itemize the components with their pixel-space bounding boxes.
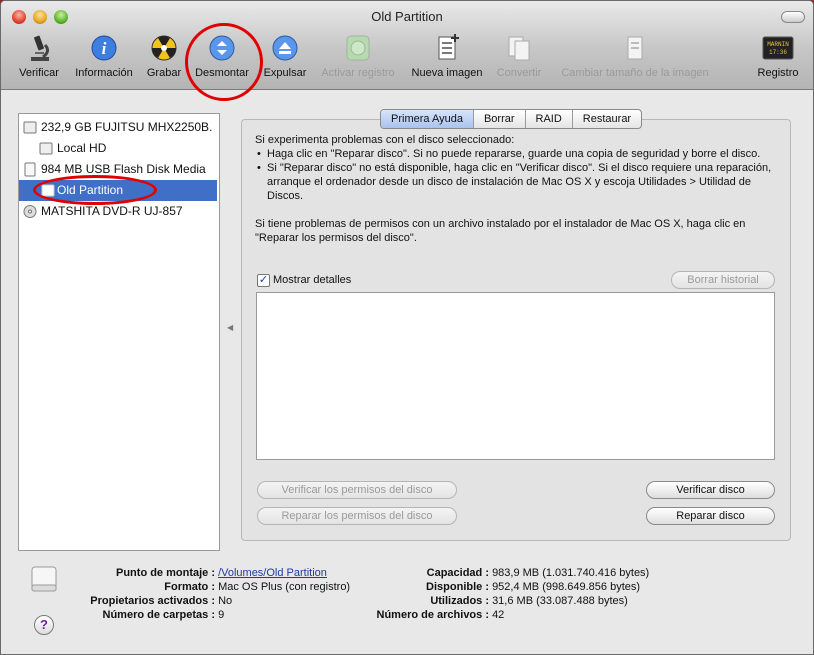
used-label: Utilizados :: [430, 595, 489, 607]
instructions-bullet: Haga clic en "Reparar disco". Si no pued…: [257, 147, 780, 161]
log-toolbar-button[interactable]: MARNIN 17:36 Registro: [753, 33, 803, 85]
convert-toolbar-button[interactable]: Convertir: [493, 33, 545, 85]
mount-point-link[interactable]: /Volumes/Old Partition: [218, 567, 327, 579]
mount-point-label: Punto de montaje :: [116, 567, 215, 579]
details-log[interactable]: [256, 292, 775, 460]
log-icon-text-line2: 17:36: [769, 49, 787, 56]
format-value: Mac OS Plus (con registro): [218, 581, 351, 593]
log-icon-text-line1: MARNIN: [767, 41, 789, 48]
folders-value: 9: [218, 609, 225, 621]
hard-disk-icon: [23, 120, 37, 135]
optical-drive-icon: [23, 204, 37, 219]
show-details-label: Mostrar detalles: [273, 274, 352, 286]
toolbar-label: Registro: [757, 67, 799, 79]
capacity-label: Capacidad :: [426, 567, 489, 579]
owners-value: No: [218, 595, 233, 607]
instructions-list: Haga clic en "Reparar disco". Si no pued…: [255, 147, 780, 203]
toolbar-label: Cambiar tamaño de la imagen: [561, 67, 709, 79]
titlebar: Old Partition Verificar i Información Gr…: [1, 1, 813, 90]
tab-erase[interactable]: Borrar: [472, 110, 525, 128]
toolbar-label: Verificar: [19, 67, 59, 79]
enable-journaling-icon: [346, 35, 370, 61]
window-title: Old Partition: [371, 9, 443, 24]
new-image-toolbar-button[interactable]: Nueva imagen: [407, 33, 487, 85]
resize-image-icon: [627, 36, 643, 60]
repair-permissions-button[interactable]: Reparar los permisos del disco: [257, 507, 457, 525]
tab-bar: Primera Ayuda Borrar RAID Restaurar: [380, 109, 643, 129]
toolbar-toggle-button[interactable]: [781, 11, 805, 23]
toolbar-label: Nueva imagen: [411, 67, 483, 79]
help-button[interactable]: ?: [34, 615, 54, 635]
eject-icon: [272, 35, 298, 61]
toolbar-label: Convertir: [496, 67, 542, 79]
usb-disk-icon: [23, 162, 37, 177]
sidebar-item-dvd-drive[interactable]: MATSHITA DVD-R UJ-857: [19, 201, 217, 222]
files-label: Número de archivos :: [376, 609, 489, 621]
capacity-value: 983,9 MB (1.031.740.416 bytes): [492, 567, 650, 579]
annotation-circle-old-partition: [33, 175, 157, 205]
show-details-checkbox[interactable]: ✓: [257, 274, 270, 287]
sidebar-item-label: 232,9 GB FUJITSU MHX2250B.: [41, 120, 213, 134]
volume-details-left: Punto de montaje : /Volumes/Old Partitio…: [71, 566, 350, 622]
toolbar-label: Grabar: [146, 67, 182, 79]
permissions-instructions: Si tiene problemas de permisos con un ar…: [255, 218, 746, 244]
volume-icon: [39, 141, 53, 156]
toolbar-label: Activar registro: [321, 67, 395, 79]
available-label: Disponible :: [426, 581, 489, 593]
toolbar-label: Expulsar: [263, 67, 307, 79]
verify-disk-button[interactable]: Verificar disco: [646, 481, 775, 499]
burn-toolbar-button[interactable]: Grabar: [143, 33, 185, 85]
new-image-icon: [438, 34, 459, 60]
disk-utility-window: Old Partition Verificar i Información Gr…: [0, 0, 814, 655]
repair-disk-button[interactable]: Reparar disco: [646, 507, 775, 525]
resize-image-toolbar-button[interactable]: Cambiar tamaño de la imagen: [553, 33, 717, 85]
microscope-icon: [31, 35, 50, 61]
tab-raid[interactable]: RAID: [524, 110, 572, 128]
files-value: 42: [492, 609, 505, 621]
verify-toolbar-button[interactable]: Verificar: [15, 33, 63, 85]
svg-text:i: i: [102, 39, 107, 58]
splitter-handle[interactable]: ◀: [227, 323, 233, 332]
folders-label: Número de carpetas :: [102, 609, 215, 621]
toolbar-label: Información: [75, 67, 133, 79]
instructions-intro: Si experimenta problemas con el disco se…: [255, 134, 515, 146]
clear-history-button[interactable]: Borrar historial: [671, 271, 775, 289]
drive-icon: [31, 566, 57, 592]
enable-journaling-toolbar-button[interactable]: Activar registro: [315, 33, 401, 85]
sidebar-item-fujitsu-disk[interactable]: 232,9 GB FUJITSU MHX2250B.: [19, 117, 217, 138]
first-aid-instructions: Si experimenta problemas con el disco se…: [255, 133, 780, 245]
tab-first-aid[interactable]: Primera Ayuda: [381, 110, 473, 128]
info-toolbar-button[interactable]: i Información: [69, 33, 139, 85]
info-icon: i: [91, 35, 117, 61]
volume-details-right: Capacidad : 983,9 MB (1.031.740.416 byte…: [361, 566, 650, 622]
available-value: 952,4 MB (998.649.856 bytes): [492, 581, 641, 593]
sidebar-item-label: Local HD: [57, 141, 107, 155]
sidebar-item-local-hd[interactable]: Local HD: [19, 138, 217, 159]
annotation-circle-unmount: [185, 23, 263, 101]
format-label: Formato :: [164, 581, 215, 593]
verify-permissions-button[interactable]: Verificar los permisos del disco: [257, 481, 457, 499]
owners-label: Propietarios activados :: [90, 595, 215, 607]
burn-icon: [151, 35, 177, 61]
tab-restore[interactable]: Restaurar: [571, 110, 641, 128]
log-icon: MARNIN 17:36: [762, 36, 794, 60]
convert-icon: [508, 36, 530, 61]
eject-toolbar-button[interactable]: Expulsar: [259, 33, 311, 85]
instructions-bullet: Si "Reparar disco" no está disponible, h…: [257, 161, 780, 203]
used-value: 31,6 MB (33.087.488 bytes): [492, 595, 628, 607]
